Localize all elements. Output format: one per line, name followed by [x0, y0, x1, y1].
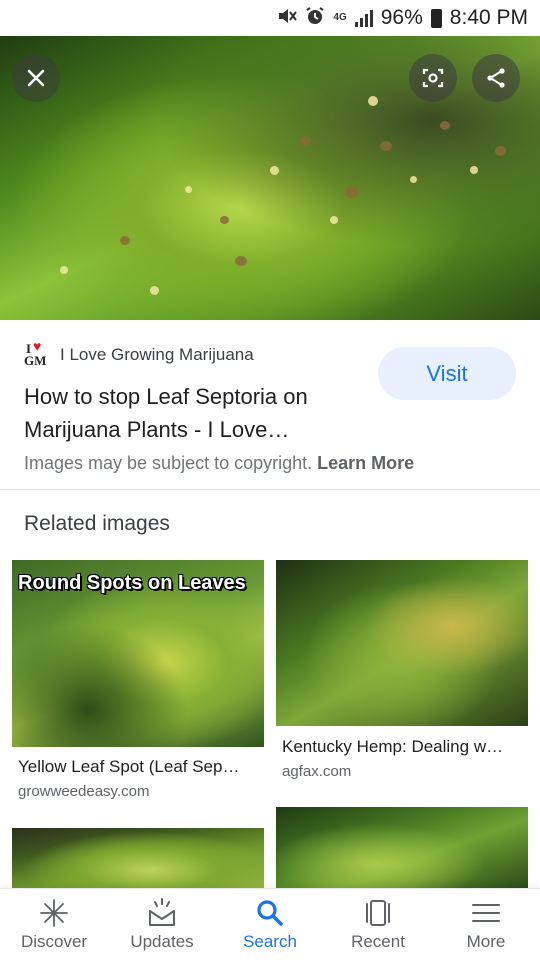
source-name[interactable]: I Love Growing Marijuana [60, 345, 254, 365]
nav-label: Recent [351, 932, 405, 951]
lens-icon [422, 68, 444, 88]
signal-icon [354, 9, 373, 27]
main-image[interactable] [0, 36, 540, 320]
related-item-3[interactable] [12, 828, 264, 888]
related-item-2[interactable]: Kentucky Hemp: Dealing w… agfax.com [276, 560, 528, 785]
learn-more-link[interactable]: Learn More [317, 453, 414, 473]
related-images-heading: Related images [24, 512, 170, 535]
related-source-2: agfax.com [282, 763, 352, 780]
lens-button[interactable] [409, 54, 457, 102]
related-source-1: growweedeasy.com [18, 783, 150, 800]
nav-label: Search [243, 932, 297, 951]
close-button[interactable] [12, 54, 60, 102]
search-icon [257, 900, 283, 926]
thumbnail-overlay-text: Round Spots on Leaves [18, 572, 246, 594]
nav-discover[interactable]: Discover [0, 889, 108, 960]
mute-icon [277, 7, 298, 30]
related-thumbnail-2[interactable] [276, 560, 528, 726]
related-item-1[interactable]: Round Spots on Leaves Yellow Leaf Spot (… [12, 560, 264, 805]
nav-updates[interactable]: Updates [108, 889, 216, 960]
alarm-icon [305, 6, 325, 31]
result-info: I ♥ GM I Love Growing Marijuana How to sto… [0, 320, 540, 490]
share-button[interactable] [472, 54, 520, 102]
copyright-text: Images may be subject to copyright. [24, 453, 313, 473]
bottom-nav: Discover Updates Search Recent More [0, 888, 540, 960]
status-bar: 4G 96% 8:40 PM [0, 0, 540, 36]
source-row[interactable]: I ♥ GM I Love Growing Marijuana [24, 340, 254, 368]
nav-recent[interactable]: Recent [324, 889, 432, 960]
related-thumbnail-1[interactable]: Round Spots on Leaves [12, 560, 264, 747]
discover-asterisk-icon [40, 899, 68, 927]
recent-cards-icon [366, 900, 390, 926]
nav-label: More [466, 932, 506, 951]
share-icon [487, 68, 505, 88]
nav-more[interactable]: More [432, 889, 540, 960]
related-item-4[interactable] [276, 807, 528, 888]
related-title-2[interactable]: Kentucky Hemp: Dealing w… [282, 737, 503, 757]
nav-label: Discover [20, 932, 88, 951]
battery-percent: 96% [380, 6, 423, 29]
related-thumbnail-4[interactable] [276, 807, 528, 888]
4g-icon: 4G [333, 12, 347, 23]
close-icon [27, 69, 45, 87]
visit-button[interactable]: Visit [378, 347, 516, 400]
related-title-1[interactable]: Yellow Leaf Spot (Leaf Sep… [18, 757, 239, 777]
site-logo: I ♥ GM [24, 340, 47, 368]
updates-tray-icon [149, 898, 175, 926]
battery-icon [430, 8, 442, 28]
result-title[interactable]: How to stop Leaf Septoria on Marijuana P… [24, 380, 354, 446]
clock: 8:40 PM [449, 6, 528, 29]
nav-label: Updates [130, 932, 194, 951]
nav-search[interactable]: Search [216, 889, 324, 960]
copyright-notice: Images may be subject to copyright. Lear… [24, 453, 414, 474]
related-thumbnail-3[interactable] [12, 828, 264, 888]
menu-icon [472, 904, 500, 922]
